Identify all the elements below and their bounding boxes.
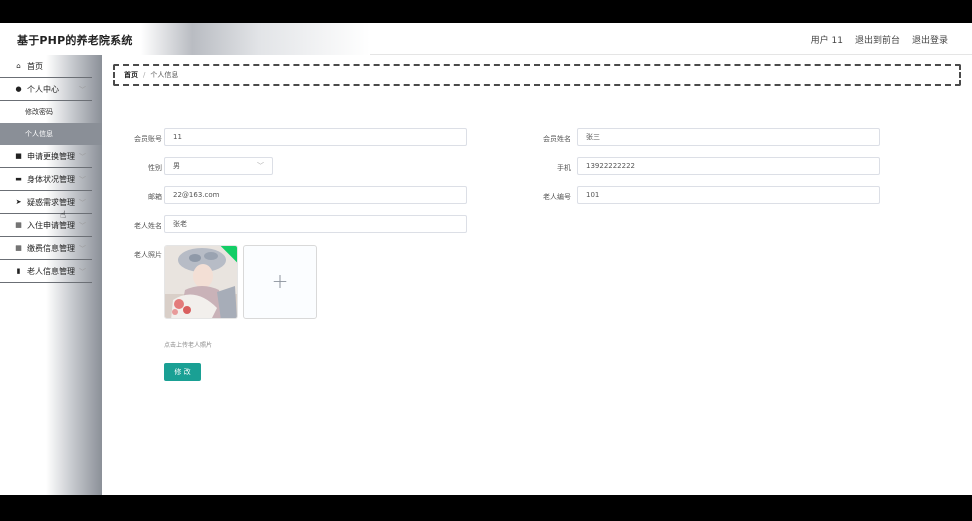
elder-name-input[interactable]: 张老 [164, 215, 467, 233]
breadcrumb-separator: / [143, 71, 146, 79]
sidebar-item-label: 疑惑需求管理 [27, 197, 75, 207]
member-name-input[interactable]: 张三 [577, 128, 880, 146]
submit-button[interactable]: 修 改 [164, 363, 201, 381]
sidebar-item-home[interactable]: ⌂ 首页 [0, 55, 92, 78]
mouse-pointer-icon: ☝ [60, 210, 67, 221]
gender-value: 男 [173, 162, 180, 170]
user-label: 用户 11 [810, 36, 843, 46]
grid-icon: ▦ [15, 243, 22, 252]
header-actions: 用户 11 退出到前台 退出登录 [811, 33, 948, 46]
breadcrumb: 首页 / 个人信息 [113, 64, 961, 86]
chevron-down-icon: ﹀ [79, 268, 86, 276]
sidebar-subitem-label: 修改密码 [25, 108, 53, 116]
app-window: 基于PHP的养老院系统 用户 11 退出到前台 退出登录 ⌂ 首页 ● 个人中心… [0, 23, 972, 495]
main-content: 首页 / 个人信息 会员账号 11 会员姓名 张三 性别 男 ﹀ 手机 1392… [102, 55, 972, 495]
chevron-down-icon: ﹀ [257, 162, 264, 170]
elder-name-label: 老人姓名 [134, 222, 162, 230]
logout-link[interactable]: 退出登录 [912, 33, 948, 46]
sidebar-item-questions[interactable]: ➤ 疑惑需求管理 ﹀ [0, 191, 92, 214]
elder-photo-image [165, 246, 237, 318]
sidebar-item-label: 入住申请管理 [27, 220, 75, 230]
sidebar-item-label: 身体状况管理 [27, 174, 75, 184]
photo-label: 老人照片 [134, 251, 162, 259]
chevron-down-icon: ﹀ [79, 153, 86, 161]
home-icon: ⌂ [16, 61, 21, 70]
chevron-down-icon: ﹀ [79, 222, 86, 230]
email-input[interactable]: 22@163.com [164, 186, 467, 204]
sidebar-item-label: 首页 [27, 61, 43, 71]
chevron-down-icon: ﹀ [79, 176, 86, 184]
elder-id-input[interactable]: 101 [577, 186, 880, 204]
plus-icon: + [271, 269, 289, 293]
sidebar-item-label: 缴费信息管理 [27, 243, 75, 253]
grid-icon: ▦ [15, 220, 22, 229]
bar-chart-icon: ▮ [16, 266, 21, 275]
chevron-up-icon: ﹀ [79, 86, 86, 94]
phone-input[interactable]: 13922222222 [577, 157, 880, 175]
top-bar: 基于PHP的养老院系统 用户 11 退出到前台 退出登录 [0, 23, 972, 55]
phone-label: 手机 [557, 164, 571, 172]
sidebar-item-change-request[interactable]: ■ 申请更换管理 ﹀ [0, 145, 92, 168]
member-name-label: 会员姓名 [543, 135, 571, 143]
elder-id-label: 老人编号 [543, 193, 571, 201]
send-icon: ➤ [15, 197, 22, 206]
brand-area: 基于PHP的养老院系统 [0, 23, 370, 55]
back-to-front-link[interactable]: 退出到前台 [855, 33, 900, 46]
upload-hint: 点击上传老人照片 [164, 342, 213, 349]
breadcrumb-home[interactable]: 首页 [124, 70, 138, 80]
sidebar-item-personal-center[interactable]: ● 个人中心 ﹀ [0, 78, 92, 101]
sidebar-subitem-personal-info[interactable]: 个人信息 [0, 123, 102, 145]
account-label: 会员账号 [134, 135, 162, 143]
gender-label: 性别 [148, 164, 162, 172]
video-icon: ■ [15, 151, 22, 160]
elder-photo-thumbnail[interactable] [164, 245, 238, 319]
sidebar-item-elder-info[interactable]: ▮ 老人信息管理 ﹀ [0, 260, 92, 283]
account-input[interactable]: 11 [164, 128, 467, 146]
gender-select[interactable]: 男 ﹀ [164, 157, 273, 175]
sidebar-subitem-change-password[interactable]: 修改密码 [0, 101, 102, 123]
email-label: 邮箱 [148, 193, 162, 201]
sidebar-subitem-label: 个人信息 [25, 130, 53, 138]
app-title: 基于PHP的养老院系统 [17, 34, 133, 47]
chevron-down-icon: ﹀ [79, 245, 86, 253]
sidebar-item-label: 个人中心 [27, 84, 59, 94]
photo-upload-button[interactable]: + [243, 245, 317, 319]
sidebar-item-label: 申请更换管理 [27, 151, 75, 161]
sidebar-item-health-status[interactable]: ▬ 身体状况管理 ﹀ [0, 168, 92, 191]
monitor-icon: ▬ [15, 174, 22, 183]
sidebar-item-label: 老人信息管理 [27, 266, 75, 276]
sidebar-item-checkin[interactable]: ▦ 入住申请管理 ﹀ [0, 214, 92, 237]
breadcrumb-current: 个人信息 [150, 71, 179, 79]
user-icon: ● [15, 84, 22, 93]
sidebar-item-payment[interactable]: ▦ 缴费信息管理 ﹀ [0, 237, 92, 260]
chevron-down-icon: ﹀ [79, 199, 86, 207]
sidebar: ⌂ 首页 ● 个人中心 ﹀ 修改密码 个人信息 ■ 申请更换管理 ﹀ ▬ 身体状… [0, 55, 102, 495]
